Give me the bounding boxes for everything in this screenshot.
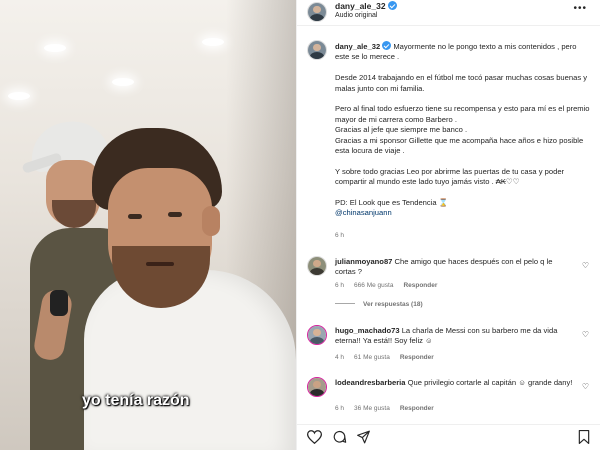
video-caption: yo tenía razón (82, 392, 190, 409)
author-avatar[interactable] (307, 40, 327, 60)
commenter-avatar[interactable] (307, 325, 327, 345)
bookmark-icon[interactable] (578, 430, 590, 446)
action-bar (297, 424, 600, 450)
commenter-username[interactable]: hugo_machado73 (335, 326, 400, 335)
caption-username[interactable]: dany_ale_32 (335, 42, 380, 51)
caption-text: dany_ale_32 Mayormente no le pongo texto… (335, 41, 591, 219)
client-ear (202, 206, 220, 236)
ceiling-light (112, 78, 134, 86)
comment-meta: 6 h 666 Me gusta Responder (335, 282, 447, 289)
comment-time[interactable]: 6 h (335, 405, 344, 412)
replies-divider (335, 303, 355, 304)
comment-likes[interactable]: 36 Me gusta (354, 405, 390, 412)
client-mouth (146, 262, 174, 266)
commenter-avatar[interactable] (307, 377, 327, 397)
caption-paragraph: Pero al final todo esfuerzo tiene su rec… (335, 104, 590, 156)
comment-meta: 6 h 36 Me gusta Responder (335, 405, 444, 412)
reply-button[interactable]: Responder (400, 354, 434, 361)
verified-badge-icon (387, 1, 397, 10)
client-eye (128, 214, 142, 219)
comment-like-icon[interactable]: ♡ (582, 330, 589, 339)
reply-button[interactable]: Responder (403, 282, 437, 289)
caption-paragraph: Y sobre todo gracias Leo por abrirme las… (335, 166, 565, 187)
commenter-username[interactable]: lodeandresbarberia (335, 378, 405, 387)
comment-time[interactable]: 6 h (335, 282, 344, 289)
more-options-icon[interactable]: ••• (573, 4, 587, 14)
barber-beard (52, 200, 96, 228)
verified-badge-icon (382, 41, 392, 50)
caption-paragraph: PD: El Look que es Tendencia ⌛ (335, 198, 449, 208)
comment-meta: 4 h 61 Me gusta Responder (335, 354, 444, 361)
author-username-row[interactable]: dany_ale_32 (335, 1, 397, 11)
author-username[interactable]: dany_ale_32 (335, 1, 386, 11)
comment-text: lodeandresbarberia Que privilegio cortar… (335, 378, 573, 388)
post-timestamp[interactable]: 6 h (335, 232, 344, 239)
comment-time[interactable]: 4 h (335, 354, 344, 361)
audio-label[interactable]: Audio original (335, 12, 377, 19)
comment-likes[interactable]: 666 Me gusta (354, 282, 393, 289)
comment-icon[interactable] (332, 430, 347, 446)
hair-clipper (50, 290, 68, 316)
comment-like-icon[interactable]: ♡ (582, 382, 589, 391)
commenter-username[interactable]: julianmoyano87 (335, 257, 392, 266)
comment-like-icon[interactable]: ♡ (582, 261, 589, 270)
reply-button[interactable]: Responder (400, 405, 434, 412)
comment-likes[interactable]: 61 Me gusta (354, 354, 390, 361)
comment-text: julianmoyano87 Che amigo que haces despu… (335, 257, 573, 278)
view-replies-label[interactable]: Ver respuestas (18) (363, 301, 423, 308)
comment-body: Que privilegio cortarle al capitán ☺ gra… (407, 378, 573, 387)
caption-paragraph: Desde 2014 trabajando en el fútbol me to… (335, 73, 588, 93)
ceiling-light (8, 92, 30, 100)
heart-icon[interactable] (306, 430, 323, 446)
client-eye (168, 212, 182, 217)
post-header: dany_ale_32 Audio original ••• (297, 0, 600, 26)
post-media[interactable]: yo tenía razón (0, 0, 296, 450)
author-avatar[interactable] (307, 2, 327, 22)
post-panel: dany_ale_32 Audio original ••• dany_ale_… (296, 0, 600, 450)
ceiling-light (44, 44, 66, 52)
view-replies-button[interactable]: Ver respuestas (18) (335, 301, 423, 308)
comment-text: hugo_machado73 La charla de Messi con su… (335, 326, 573, 347)
mention-link[interactable]: @chinasanjuann (335, 208, 392, 217)
commenter-avatar[interactable] (307, 256, 327, 276)
share-icon[interactable] (356, 430, 371, 446)
ceiling-light (202, 38, 224, 46)
